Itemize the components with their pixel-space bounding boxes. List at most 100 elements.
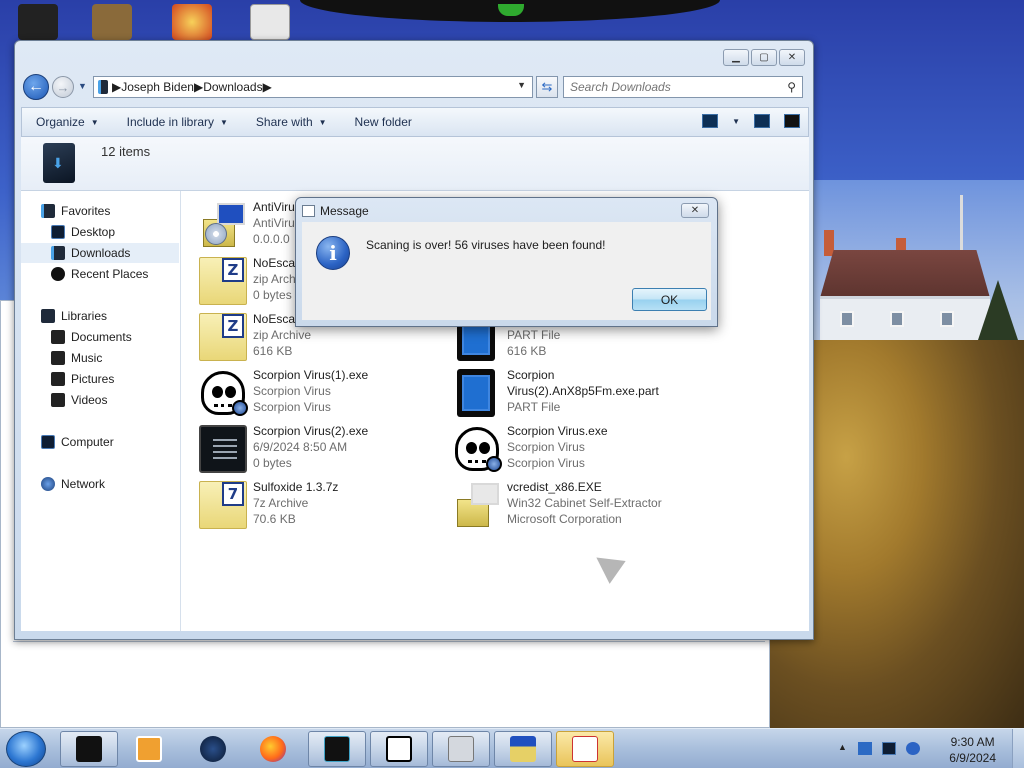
file-item[interactable]: 7 Sulfoxide 1.3.7z 7z Archive 70.6 KB (199, 479, 449, 531)
file-type: zip Archive (253, 328, 312, 342)
clock[interactable]: 9:30 AM 6/9/2024 (949, 734, 996, 766)
nav-favorites[interactable]: Favorites (41, 201, 199, 221)
nav-network[interactable]: Network (41, 474, 199, 494)
nav-desktop[interactable]: Desktop (21, 222, 179, 242)
desktop-icons (0, 0, 300, 40)
close-button[interactable]: ✕ (779, 49, 805, 66)
nav-downloads[interactable]: Downloads (21, 243, 179, 263)
window-pane (940, 311, 954, 327)
organize-button[interactable]: Organize ▼ (22, 115, 113, 129)
address-bar[interactable]: ▶ Joseph Biden ▶ Downloads ▶ ▼ (93, 76, 533, 98)
search-input[interactable] (570, 80, 770, 94)
ok-button[interactable]: OK (632, 288, 707, 311)
recycle-bin-icon[interactable] (18, 4, 58, 40)
new-folder-button[interactable]: New folder (341, 115, 426, 129)
taskbar-installer[interactable] (494, 731, 552, 767)
skull-shape (455, 427, 502, 472)
file-type: 7z Archive (253, 496, 309, 510)
breadcrumb-downloads[interactable]: Downloads (203, 80, 262, 94)
back-button[interactable]: ← (23, 74, 49, 100)
search-icon[interactable]: ⚲ (787, 80, 796, 94)
address-dropdown-icon[interactable]: ▼ (517, 80, 526, 90)
file-type: AntiViru (253, 216, 295, 230)
chevron-right-icon[interactable]: ▶ (194, 80, 203, 94)
downloads-folder-icon (43, 143, 75, 183)
chevron-down-icon: ▼ (220, 117, 228, 127)
file-name: Scorpion Virus(2).exe (253, 424, 369, 438)
file-type: PART File (507, 400, 561, 414)
tray-app-icon[interactable] (858, 742, 872, 755)
nav-documents[interactable]: Documents (21, 327, 179, 347)
search-box[interactable]: ⚲ (563, 76, 803, 98)
msn-icon[interactable] (250, 4, 290, 40)
file-name: Scorpion Virus(1).exe (253, 368, 369, 382)
nav-music[interactable]: Music (21, 348, 179, 368)
show-desktop-button[interactable] (1012, 729, 1024, 768)
taskbar-firefox[interactable] (244, 731, 302, 767)
chevron-right-icon[interactable]: ▶ (112, 80, 121, 94)
explorer-window: ▁ ▢ ✕ ← → ▼ ▶ Joseph Biden ▶ Downloads ▶… (14, 40, 814, 640)
nav-documents-label: Documents (71, 330, 132, 344)
minimize-button[interactable]: ▁ (723, 49, 749, 66)
shield-badge (232, 400, 248, 416)
computer-icon (41, 435, 55, 449)
forward-button[interactable]: → (52, 76, 74, 98)
volume-icon[interactable] (906, 742, 920, 755)
change-view-icon[interactable] (702, 114, 719, 128)
file-size: 70.6 KB (253, 512, 296, 526)
taskbar-settings[interactable] (432, 731, 490, 767)
preview-pane-icon[interactable] (754, 114, 770, 128)
taskbar-explorer[interactable] (60, 731, 118, 767)
dialog-close-button[interactable]: ✕ (681, 203, 709, 218)
file-item[interactable]: Scorpion Virus.exe Scorpion Virus Scorpi… (453, 423, 703, 475)
desktop-app-icon[interactable] (172, 4, 212, 40)
nav-favorites-label: Favorites (61, 204, 111, 218)
file-item[interactable]: Scorpion Virus(1).exe Scorpion Virus Sco… (199, 367, 449, 419)
file-type: zip Arch (253, 272, 296, 286)
nav-pictures[interactable]: Pictures (21, 369, 179, 389)
command-bar: Organize ▼ Include in library ▼ Share with… (21, 107, 809, 137)
file-item[interactable]: vcredist_x86.EXE Win32 Cabinet Self-Extr… (453, 479, 703, 531)
window-controls: ▁ ▢ ✕ (723, 49, 805, 66)
taskbar-7zip[interactable] (370, 731, 428, 767)
nav-libraries[interactable]: Libraries (41, 306, 199, 326)
7zip-icon (386, 736, 412, 762)
file-item[interactable]: Scorpion Virus(2).exe 6/9/2024 8:50 AM 0… (199, 423, 449, 475)
start-button[interactable] (6, 731, 46, 767)
nav-downloads-label: Downloads (71, 246, 131, 260)
file-item[interactable]: Scorpion Virus(2).AnX8p5Fm.exe.part PART… (453, 367, 703, 419)
skull-shape (201, 371, 248, 416)
taskbar-java[interactable] (556, 731, 614, 767)
include-in-library-button[interactable]: Include in library ▼ (113, 115, 242, 129)
folder-icon (98, 80, 108, 94)
nav-computer[interactable]: Computer (41, 432, 199, 452)
taskbar-media-player[interactable] (120, 731, 178, 767)
gadget-indicator (498, 4, 524, 16)
help-icon[interactable] (784, 114, 800, 128)
recent-pages-dropdown-icon[interactable]: ▼ (78, 81, 87, 91)
zip-archive-icon: Z (199, 313, 247, 361)
taskbar-waveform[interactable] (308, 731, 366, 767)
chevron-down-icon: ▼ (318, 117, 327, 127)
file-info: 0.0.0.0 (253, 232, 290, 246)
nav-recent-places[interactable]: Recent Places (21, 264, 179, 284)
info-icon: i (316, 236, 350, 270)
music-icon (51, 351, 65, 365)
show-hidden-icons-icon[interactable]: ▲ (838, 742, 852, 755)
file-info: 616 KB (507, 344, 547, 358)
nav-videos[interactable]: Videos (21, 390, 179, 410)
chevron-right-icon[interactable]: ▶ (263, 80, 272, 94)
network-status-icon[interactable] (882, 742, 896, 755)
chevron-down-icon[interactable]: ▼ (732, 117, 740, 126)
file-info: 0 bytes (253, 288, 292, 302)
nav-music-label: Music (71, 351, 103, 365)
breadcrumb-user[interactable]: Joseph Biden (121, 80, 194, 94)
maximize-button[interactable]: ▢ (751, 49, 777, 66)
address-row: ← → ▼ ▶ Joseph Biden ▶ Downloads ▶ ▼ ⇆ ⚲ (21, 73, 809, 101)
zip-archive-icon: Z (199, 257, 247, 305)
shield-badge (486, 456, 502, 472)
refresh-button[interactable]: ⇆ (536, 76, 558, 98)
taskbar-globe[interactable] (184, 731, 242, 767)
share-with-button[interactable]: Share with ▼ (242, 115, 341, 129)
desktop-file-icon[interactable] (92, 4, 132, 40)
